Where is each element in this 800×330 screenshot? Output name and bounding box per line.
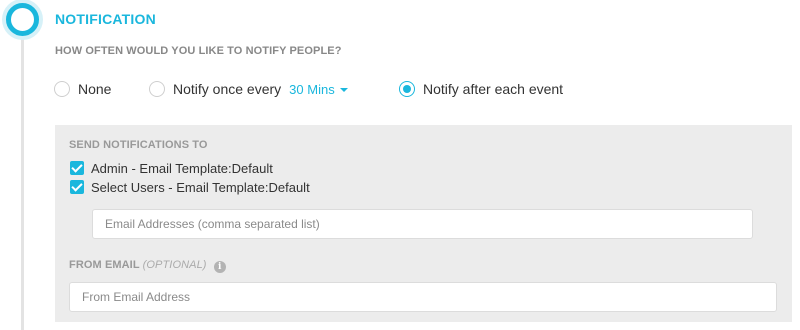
from-email-label-text: FROM EMAIL	[69, 259, 140, 271]
radio-label-once-every: Notify once every	[173, 81, 282, 97]
radio-each-event[interactable]	[399, 81, 415, 97]
radio-label-each-event: Notify after each event	[423, 81, 564, 97]
interval-dropdown[interactable]: 30 Mins	[289, 82, 348, 97]
checkbox-select-users-row[interactable]: Select Users - Email Template:Default	[70, 179, 310, 195]
from-email-label: FROM EMAIL (OPTIONAL) i	[69, 259, 226, 273]
info-icon[interactable]: i	[213, 261, 226, 273]
radio-option-none[interactable]: None	[54, 79, 111, 99]
timeline-rail	[21, 0, 24, 330]
checkbox-admin[interactable]	[70, 161, 84, 175]
radio-option-each-event[interactable]: Notify after each event	[399, 79, 563, 99]
checkbox-admin-row[interactable]: Admin - Email Template:Default	[70, 160, 273, 176]
radio-label-none: None	[78, 81, 112, 97]
interval-value: 30 Mins	[289, 81, 335, 97]
checkbox-select-users-label: Select Users - Email Template:Default	[91, 179, 310, 195]
caret-down-icon	[339, 87, 348, 92]
checkbox-admin-label: Admin - Email Template:Default	[91, 160, 273, 176]
section-title: NOTIFICATION	[55, 11, 156, 27]
radio-none[interactable]	[54, 81, 70, 97]
recipients-heading: SEND NOTIFICATIONS TO	[69, 139, 208, 151]
recipients-panel: SEND NOTIFICATIONS TO Admin - Email Temp…	[55, 125, 792, 322]
optional-tag: (OPTIONAL)	[142, 259, 207, 271]
radio-option-once-every[interactable]: Notify once every 30 Mins	[149, 79, 348, 99]
step-indicator-icon	[6, 3, 39, 36]
from-email-input[interactable]	[69, 282, 777, 312]
email-addresses-input[interactable]	[92, 209, 753, 239]
checkbox-select-users[interactable]	[70, 180, 84, 194]
radio-once-every[interactable]	[149, 81, 165, 97]
frequency-question: HOW OFTEN WOULD YOU LIKE TO NOTIFY PEOPL…	[55, 45, 342, 57]
